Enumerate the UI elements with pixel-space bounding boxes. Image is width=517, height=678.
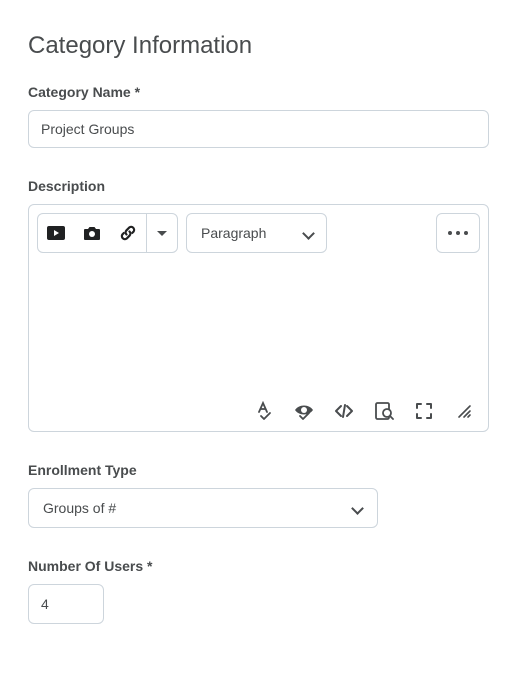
insert-video-button[interactable] — [38, 214, 74, 252]
preview-icon — [374, 401, 394, 421]
format-select[interactable]: Paragraph — [186, 213, 327, 253]
html-source-button[interactable] — [334, 401, 354, 421]
spellcheck-icon — [254, 401, 274, 421]
caret-down-icon — [157, 231, 167, 236]
camera-icon — [82, 225, 102, 241]
category-name-field: Category Name * — [28, 84, 489, 148]
link-icon — [119, 224, 137, 242]
category-name-label: Category Name * — [28, 84, 489, 100]
number-of-users-field: Number Of Users * — [28, 558, 489, 624]
number-of-users-label: Number Of Users * — [28, 558, 489, 574]
accessibility-icon — [294, 401, 314, 421]
media-button-group — [37, 213, 178, 253]
rich-text-editor: Paragraph — [28, 204, 489, 432]
media-dropdown-button[interactable] — [147, 214, 177, 252]
page-title: Category Information — [28, 32, 489, 60]
ellipsis-icon — [448, 231, 468, 235]
enrollment-type-select[interactable]: Groups of # — [28, 488, 378, 528]
insert-image-button[interactable] — [74, 214, 110, 252]
format-select-label: Paragraph — [201, 225, 266, 241]
resize-icon — [456, 403, 472, 419]
enrollment-type-value: Groups of # — [43, 500, 116, 516]
category-name-input[interactable] — [28, 110, 489, 148]
editor-content-area[interactable] — [29, 253, 488, 393]
resize-handle[interactable] — [454, 401, 474, 421]
more-actions-button[interactable] — [436, 213, 480, 253]
enrollment-type-label: Enrollment Type — [28, 462, 489, 478]
chevron-down-icon — [351, 502, 363, 514]
spellcheck-button[interactable] — [254, 401, 274, 421]
insert-link-button[interactable] — [110, 214, 146, 252]
video-icon — [47, 226, 65, 240]
editor-footer — [29, 393, 488, 431]
editor-toolbar: Paragraph — [29, 205, 488, 253]
chevron-down-icon — [302, 227, 314, 239]
fullscreen-icon — [415, 402, 433, 420]
number-of-users-input[interactable] — [28, 584, 104, 624]
description-label: Description — [28, 178, 489, 194]
fullscreen-button[interactable] — [414, 401, 434, 421]
preview-button[interactable] — [374, 401, 394, 421]
enrollment-type-field: Enrollment Type Groups of # — [28, 462, 489, 528]
code-icon — [334, 401, 354, 421]
description-field: Description — [28, 178, 489, 432]
accessibility-check-button[interactable] — [294, 401, 314, 421]
